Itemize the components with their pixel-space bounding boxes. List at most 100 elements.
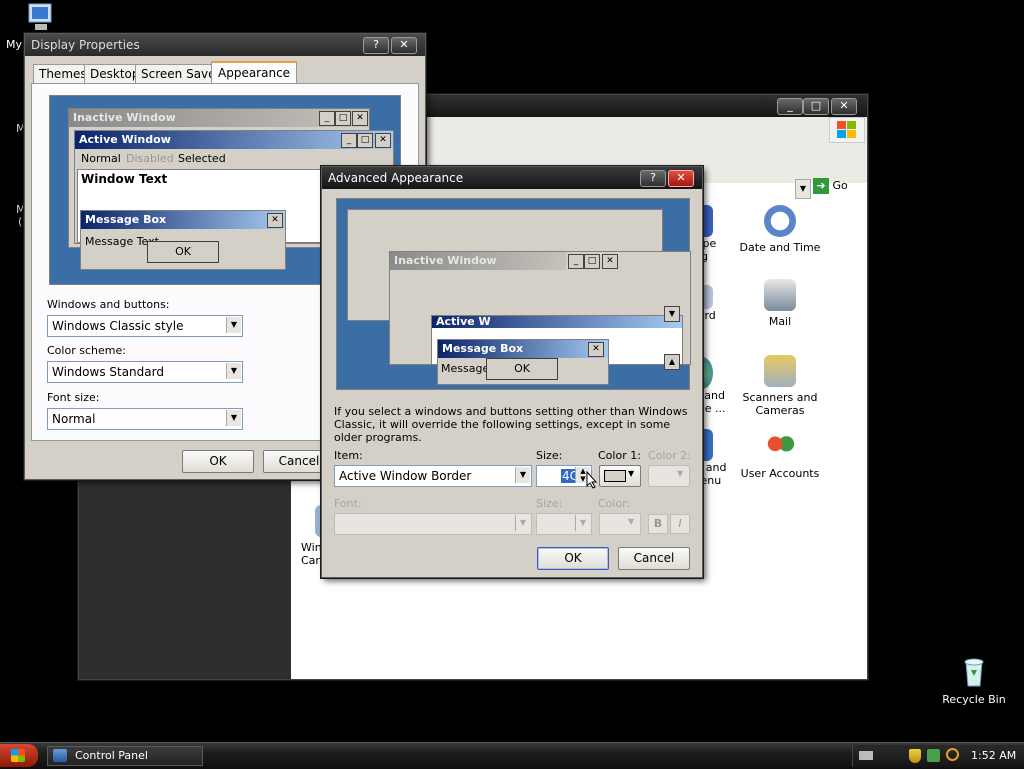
chevron-down-icon: ▼: [628, 469, 635, 478]
font-size-label: Font size:: [47, 391, 100, 404]
my-computer-icon[interactable]: [20, 2, 60, 37]
cp-item-scanners[interactable]: Scanners and Cameras: [735, 355, 825, 417]
control-panel-icon: [53, 749, 67, 762]
chevron-down-icon: ▼: [677, 469, 684, 478]
help-button[interactable]: ?: [363, 37, 389, 54]
color1-swatch: [604, 470, 626, 482]
keyboard-icon[interactable]: [859, 751, 873, 760]
preview-active-title: Active W: [432, 316, 682, 328]
close-icon: ✕: [352, 111, 368, 126]
chevron-down-icon: ▼: [575, 515, 590, 531]
taskbar: Control Panel 1:52 AM: [0, 742, 1024, 769]
windows-buttons-select[interactable]: Windows Classic style ▼: [47, 315, 243, 337]
chevron-down-icon: ▼: [515, 515, 530, 531]
close-button[interactable]: ✕: [391, 37, 417, 54]
address-dropdown-arrow[interactable]: ▼: [795, 179, 811, 199]
minimize-button[interactable]: _: [777, 98, 803, 115]
mouse-cursor-icon: [586, 470, 598, 492]
preview-message-title: Message Box: [438, 340, 608, 358]
minimize-icon: _: [319, 111, 335, 126]
color-scheme-select[interactable]: Windows Standard ▼: [47, 361, 243, 383]
network-icon[interactable]: [927, 749, 940, 762]
close-icon: ✕: [602, 254, 618, 269]
preview-message-box: Message Box ✕ Message OK: [437, 339, 609, 385]
help-button[interactable]: ?: [640, 170, 666, 187]
item-label: Item:: [334, 449, 363, 462]
preview-message-box: Message Box ✕ Message Text OK: [80, 210, 286, 270]
display-properties-titlebar: Display Properties ? ✕: [25, 34, 425, 56]
cp-item-label: Scanners and Cameras: [742, 391, 818, 417]
windows-flag-icon: [11, 749, 25, 762]
font-size-select[interactable]: Normal ▼: [47, 408, 243, 430]
maximize-button[interactable]: □: [803, 98, 829, 115]
preview-ok-button: OK: [147, 241, 219, 263]
clock[interactable]: 1:52 AM: [971, 749, 1016, 762]
size-spinner[interactable]: 4C ▲ ▼: [536, 465, 592, 487]
chevron-down-icon: ▼: [515, 467, 530, 483]
close-icon: ✕: [267, 213, 283, 228]
item-select[interactable]: Active Window Border ▼: [334, 465, 532, 487]
clock-icon: [764, 205, 796, 237]
go-button[interactable]: ➜ Go: [813, 178, 863, 198]
recycle-bin-label: Recycle Bin: [942, 693, 1006, 706]
cp-item-user-accounts[interactable]: User Accounts: [735, 431, 825, 480]
ok-button[interactable]: OK: [537, 547, 609, 570]
chevron-down-icon: ▼: [226, 363, 241, 379]
cp-item-label: Date and Time: [739, 241, 821, 254]
security-shield-icon[interactable]: [909, 749, 921, 763]
font-color-label: Color:: [598, 497, 631, 510]
preview-ok-button: OK: [486, 358, 558, 380]
cancel-button[interactable]: Cancel: [618, 547, 690, 570]
dialog-title: Advanced Appearance: [328, 171, 464, 185]
scroll-up-icon[interactable]: ▲: [664, 354, 680, 370]
size-label: Size:: [536, 449, 563, 462]
close-icon: ✕: [375, 133, 391, 148]
cp-item-date-time[interactable]: Date and Time: [739, 205, 821, 254]
cp-item-mail[interactable]: Mail: [739, 279, 821, 328]
color2-picker[interactable]: ▼: [648, 465, 690, 487]
color1-label: Color 1:: [598, 449, 641, 462]
preview-menu-selected: Selected: [178, 152, 226, 165]
preview-inactive-title: Inactive Window: [390, 252, 566, 270]
italic-button[interactable]: I: [670, 514, 690, 534]
users-icon: [764, 431, 796, 463]
close-button[interactable]: ✕: [831, 98, 857, 115]
chevron-down-icon: ▼: [226, 317, 241, 333]
chevron-down-icon: ▼: [628, 517, 635, 526]
advanced-appearance-dialog: Advanced Appearance ? ✕ Inactive Window …: [321, 166, 703, 578]
scroll-down-icon[interactable]: ▼: [664, 306, 680, 322]
color1-picker[interactable]: ▼: [599, 465, 641, 487]
go-label: Go: [832, 179, 848, 192]
mail-icon: [764, 279, 796, 311]
advanced-appearance-titlebar: Advanced Appearance ? ✕: [322, 167, 702, 189]
preview-message-title: Message Box: [81, 211, 285, 229]
font-color-picker[interactable]: ▼: [599, 513, 641, 535]
bold-button[interactable]: B: [648, 514, 668, 534]
computer-icon: [28, 3, 52, 30]
override-note: If you select a windows and buttons sett…: [334, 405, 688, 444]
maximize-icon: □: [335, 111, 351, 126]
font-select[interactable]: ▼: [334, 513, 532, 535]
system-tray: 1:52 AM: [852, 745, 1024, 767]
recycle-bin-icon: [964, 658, 984, 687]
cp-item-label: User Accounts: [740, 467, 820, 480]
maximize-icon: □: [357, 133, 373, 148]
chevron-down-icon: ▼: [226, 410, 241, 426]
preview-menu-disabled: Disabled: [126, 152, 174, 165]
search-icon[interactable]: [946, 748, 959, 761]
font-size-select[interactable]: ▼: [536, 513, 592, 535]
taskbar-item-label: Control Panel: [75, 749, 148, 762]
start-button[interactable]: [0, 744, 38, 767]
close-icon: ✕: [588, 342, 604, 357]
preview-window-text: Window Text: [81, 172, 168, 186]
taskbar-item-control-panel[interactable]: Control Panel: [47, 746, 203, 766]
go-arrow-icon: ➜: [813, 178, 829, 194]
ok-button[interactable]: OK: [182, 450, 254, 473]
desktop-edge-letter: (: [18, 215, 23, 228]
cp-item-label: Mail: [768, 315, 792, 328]
minimize-icon: _: [568, 254, 584, 269]
recycle-bin[interactable]: Recycle Bin: [942, 656, 1006, 706]
advanced-preview: Inactive Window _ □ ✕ Active W ▼ ▲ Messa…: [336, 198, 691, 390]
maximize-icon: □: [584, 254, 600, 269]
close-button[interactable]: ✕: [668, 170, 694, 187]
